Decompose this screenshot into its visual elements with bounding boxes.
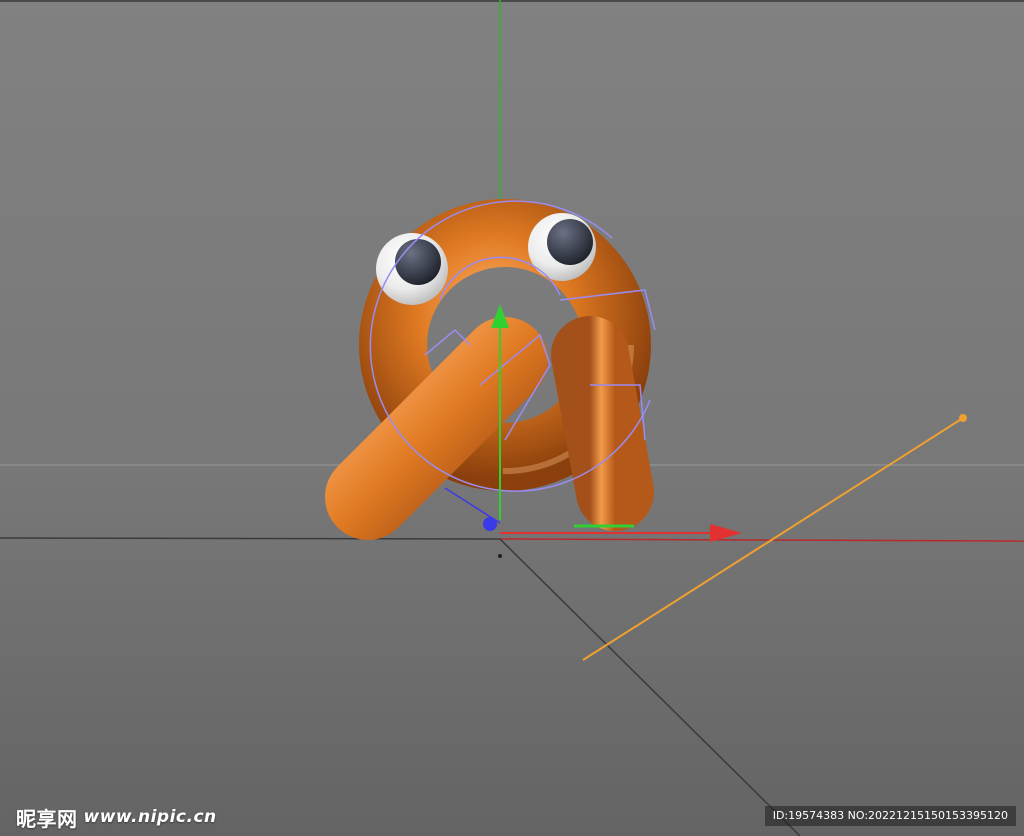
watermark-logo: 昵享网 www.nipic.cn — [16, 804, 217, 831]
viewport-background — [0, 0, 1024, 836]
watermark-id: ID:19574383 NO:20221215150153395120 — [764, 806, 1016, 826]
capsule-leg-right[interactable] — [551, 316, 654, 531]
z-axis-dot-icon[interactable] — [483, 517, 497, 531]
watermark-brand: 昵享网 — [16, 806, 78, 831]
3d-viewport[interactable]: 昵享网 www.nipic.cn ID:19574383 NO:20221215… — [0, 0, 1024, 836]
world-origin-dot — [498, 554, 502, 558]
watermark-url: www.nipic.cn — [83, 807, 217, 827]
world-x-axis-left — [0, 537, 501, 540]
right-eye[interactable] — [528, 213, 596, 281]
left-eye-pupil — [395, 239, 441, 285]
right-eye-pupil — [547, 219, 593, 265]
3d-scene[interactable] — [0, 0, 1024, 836]
spline-point-icon[interactable] — [959, 414, 967, 422]
